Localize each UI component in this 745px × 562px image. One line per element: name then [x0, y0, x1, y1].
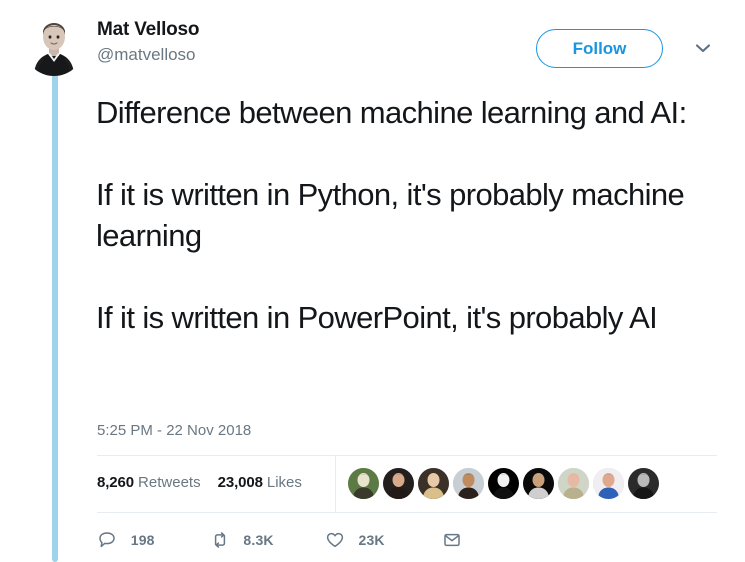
liker-avatar-3[interactable]	[418, 468, 449, 499]
likes-stat[interactable]: 23,008 Likes	[218, 474, 302, 491]
reply-count: 198	[130, 532, 155, 549]
liker-avatar-7[interactable]	[558, 468, 589, 499]
divider-above-stats	[97, 455, 717, 456]
reply-button[interactable]: 198	[96, 527, 155, 553]
retweets-stat[interactable]: 8,260 Retweets	[97, 474, 201, 491]
retweets-label: Retweets	[138, 474, 201, 491]
heart-icon	[324, 529, 346, 551]
liker-avatar-6[interactable]	[523, 468, 554, 499]
thread-connector-line	[52, 74, 58, 562]
divider-between-stats-and-avatars	[335, 456, 336, 512]
tweet-action-bar: 198 8.3K 23K	[96, 527, 463, 557]
direct-message-button[interactable]	[441, 527, 463, 553]
likes-count: 23,008	[217, 474, 263, 491]
liker-avatar-9[interactable]	[628, 468, 659, 499]
liker-avatar-1[interactable]	[348, 468, 379, 499]
retweet-icon	[209, 529, 231, 551]
author-handle[interactable]: @matvelloso	[97, 43, 199, 66]
liker-avatar-2[interactable]	[383, 468, 414, 499]
author-display-name[interactable]: Mat Velloso	[97, 18, 200, 42]
tweet-header: Mat Velloso @matvelloso Follow	[24, 16, 724, 78]
author-names: Mat Velloso @matvelloso	[97, 18, 200, 66]
divider-above-actions	[97, 512, 717, 513]
retweet-button[interactable]: 8.3K	[209, 527, 274, 553]
envelope-icon	[441, 529, 463, 551]
follow-button[interactable]: Follow	[536, 29, 663, 68]
liker-avatar-4[interactable]	[453, 468, 484, 499]
retweet-count: 8.3K	[243, 532, 274, 549]
tweet-card: Mat Velloso @matvelloso Follow Differenc…	[0, 0, 745, 562]
tweet-timestamp[interactable]: 5:25 PM - 22 Nov 2018	[97, 421, 251, 441]
more-options-button[interactable]	[687, 36, 719, 62]
liker-avatars-row	[348, 468, 663, 499]
engagement-stats: 8,260 Retweets 23,008 Likes	[97, 474, 319, 491]
liker-avatar-5[interactable]	[488, 468, 519, 499]
liker-avatar-8[interactable]	[593, 468, 624, 499]
chevron-down-icon	[692, 43, 714, 62]
retweets-count: 8,260	[97, 474, 135, 491]
avatar[interactable]	[24, 16, 84, 76]
like-count: 23K	[358, 532, 385, 549]
tweet-body-text: Difference between machine learning and …	[96, 95, 687, 335]
like-button[interactable]: 23K	[324, 527, 385, 553]
reply-icon	[96, 529, 118, 551]
likes-label: Likes	[266, 474, 302, 491]
